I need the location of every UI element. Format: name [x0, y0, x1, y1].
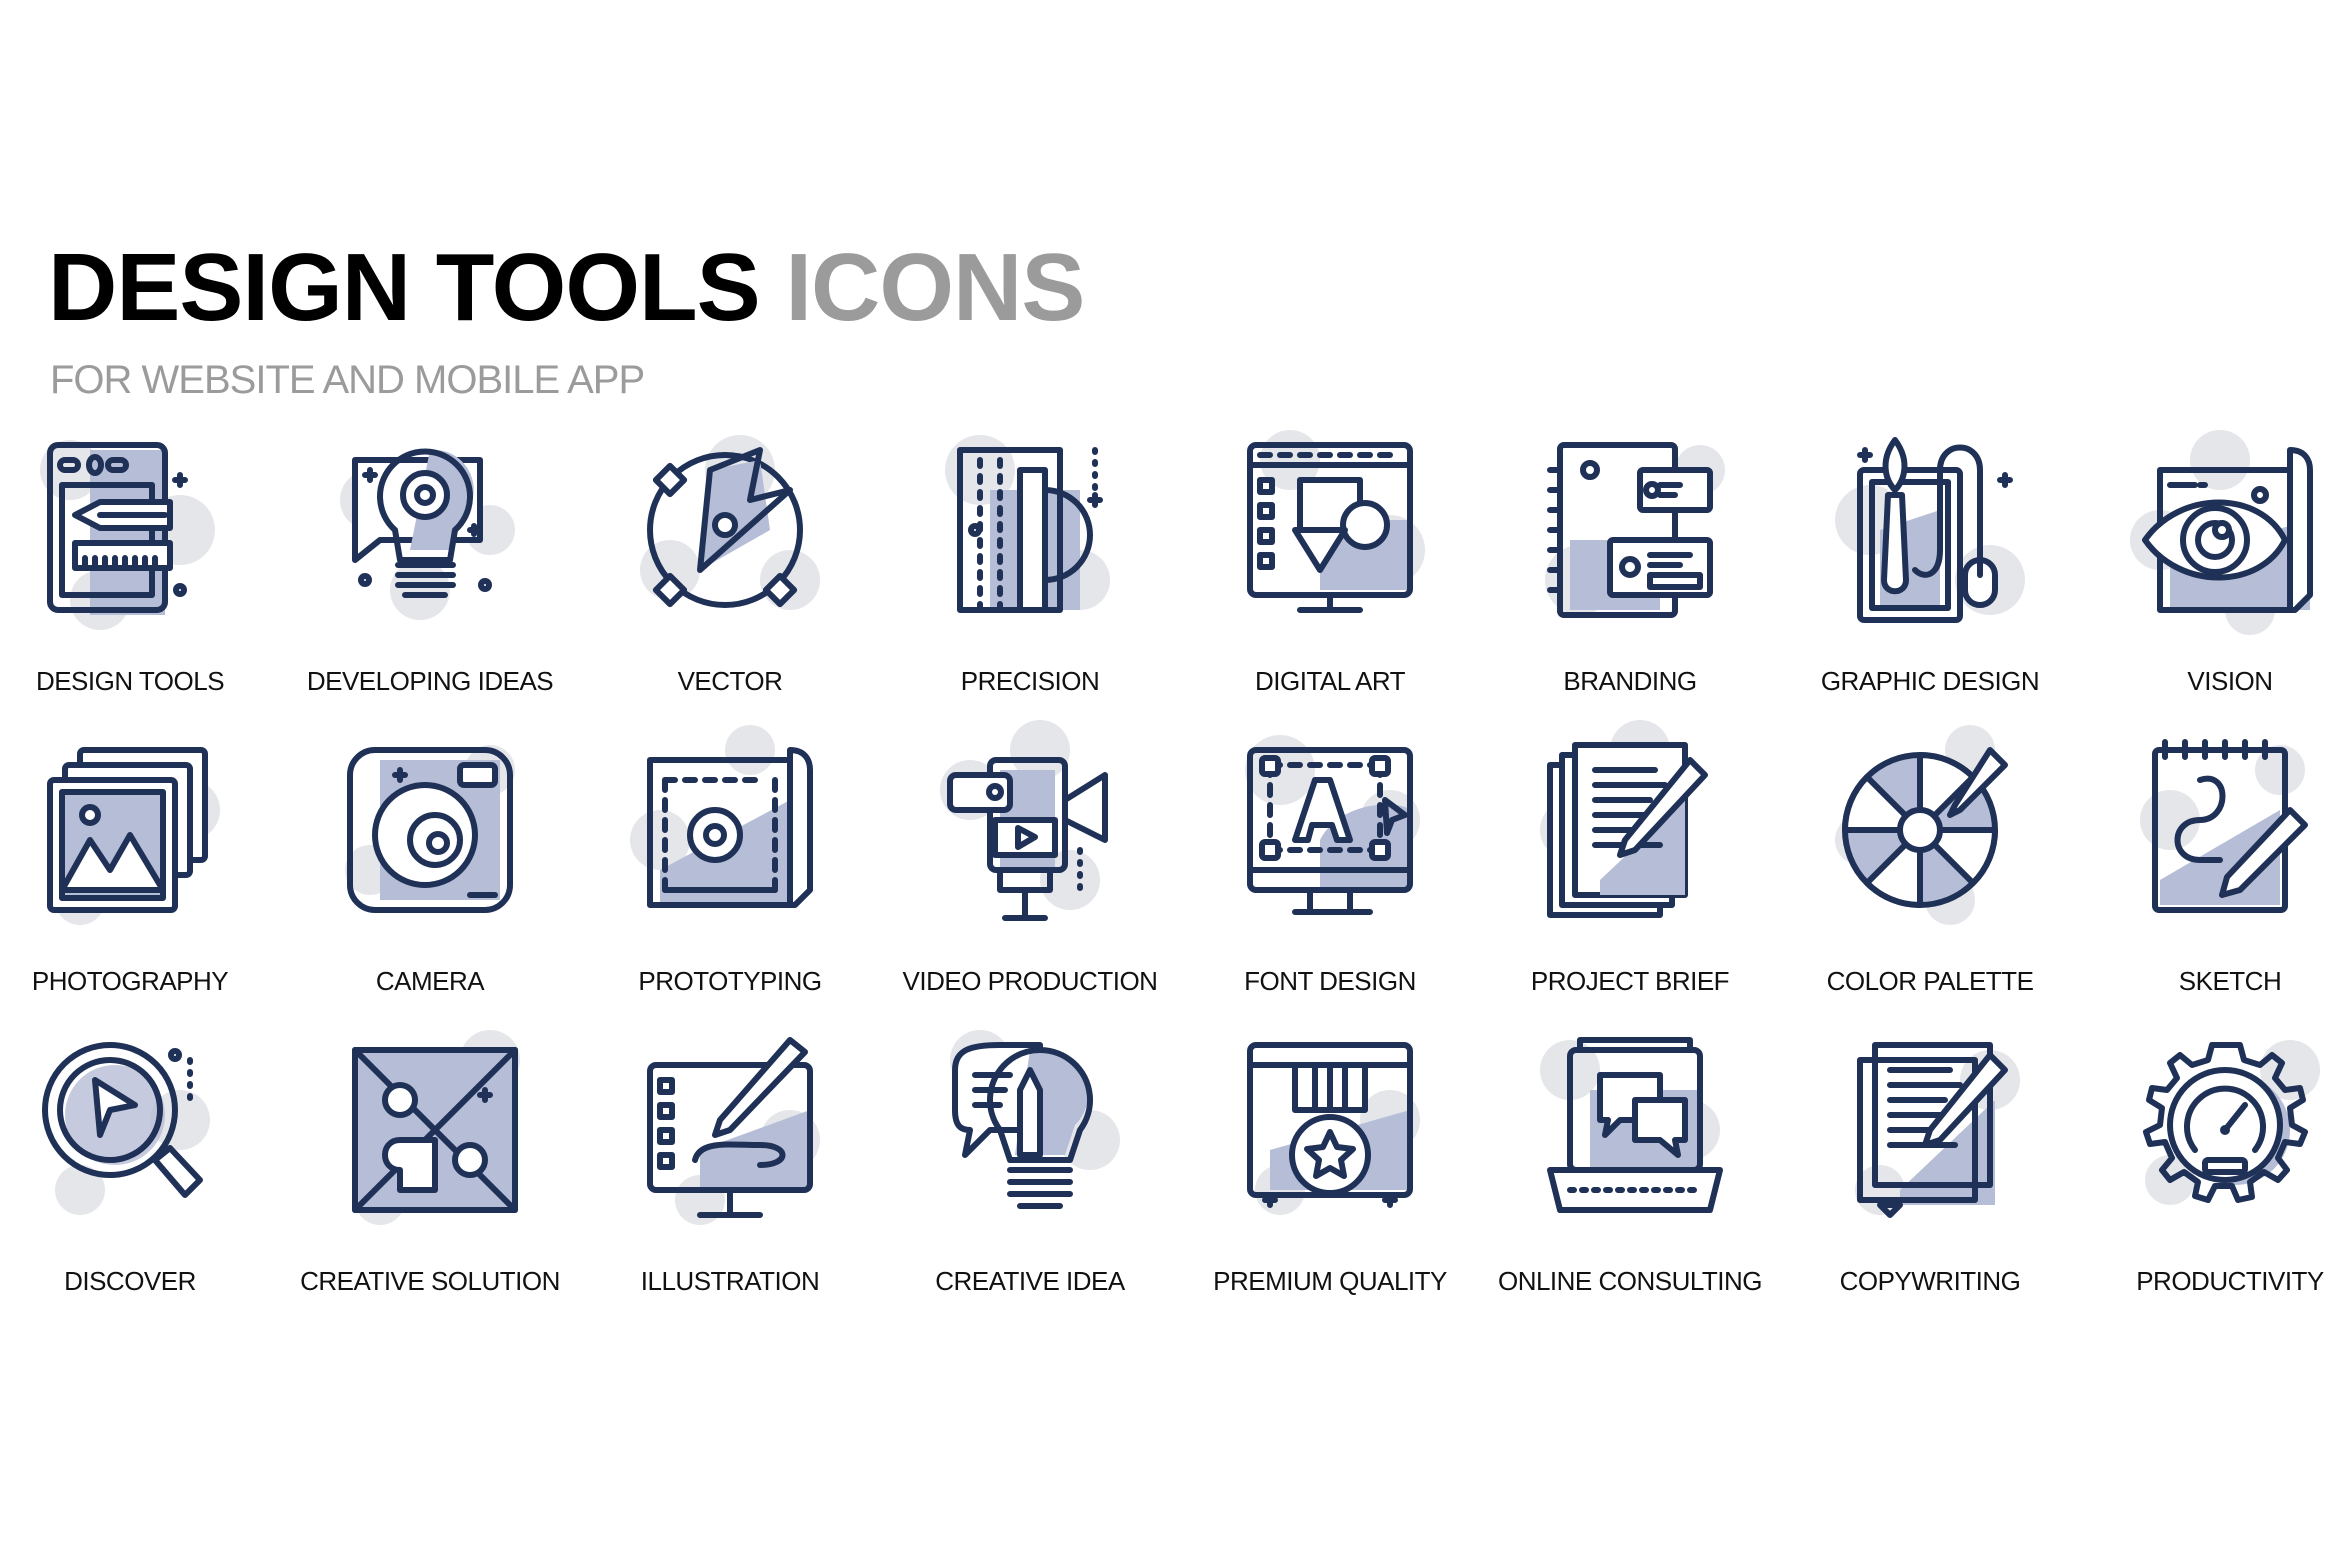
icon-cell: PHOTOGRAPHY	[0, 730, 280, 1030]
icon-cell: ONLINE CONSULTING	[1480, 1030, 1780, 1330]
icon-label: ONLINE CONSULTING	[1497, 1266, 1763, 1296]
icon-label: CREATIVE SOLUTION	[300, 1266, 560, 1296]
icon-label: CAMERA	[375, 966, 485, 996]
icon-label: ILLUSTRATION	[640, 1266, 820, 1296]
icon-label: BRANDING	[1563, 666, 1697, 696]
icon-label: VISION	[2187, 666, 2273, 696]
graphic-design-icon	[1835, 437, 2025, 623]
title-light: ICONS	[785, 234, 1085, 341]
icon-cell: DESIGN TOOLS	[0, 430, 280, 730]
video-production-icon	[940, 720, 1108, 921]
vision-icon	[2130, 430, 2313, 635]
icon-label: DISCOVER	[64, 1266, 196, 1296]
icon-row: DISCOVER CREATIVE SOLUTION ILLUSTRATION …	[0, 1030, 2340, 1330]
creative-idea-icon	[950, 1030, 1120, 1209]
icon-label: PRECISION	[960, 666, 1100, 696]
icon-cell: CREATIVE SOLUTION	[280, 1030, 580, 1330]
icon-cell: VECTOR	[580, 430, 880, 730]
sketch-icon	[2140, 739, 2308, 913]
icon-label: PHOTOGRAPHY	[31, 966, 229, 996]
icon-label: VECTOR	[677, 666, 783, 696]
page-title: DESIGN TOOLS ICONS	[48, 240, 1085, 336]
discover-icon	[42, 1042, 210, 1215]
icon-cell: DIGITAL ART	[1180, 430, 1480, 730]
icon-cell: VIDEO PRODUCTION	[880, 720, 1180, 1030]
icon-label: PROJECT BRIEF	[1530, 966, 1730, 996]
branding-icon	[1545, 442, 1725, 618]
icon-cell: FONT DESIGN	[1180, 730, 1480, 1030]
icon-label: GRAPHIC DESIGN	[1820, 666, 2040, 696]
icon-cell: COLOR PALETTE	[1780, 725, 2080, 1030]
icon-cell: BRANDING	[1480, 430, 1780, 730]
page-subtitle: FOR WEBSITE AND MOBILE APP	[50, 358, 645, 402]
photography-icon	[47, 747, 220, 925]
icon-row: PHOTOGRAPHY CAMERA PROTOTYPING VIDEO PRO…	[0, 720, 2340, 1030]
icon-cell: PREMIUM QUALITY	[1180, 1030, 1480, 1330]
icon-cell: CREATIVE IDEA	[880, 1030, 1180, 1330]
title-dark: DESIGN TOOLS	[48, 234, 761, 341]
design-tools-icon	[40, 440, 215, 630]
premium-quality-icon	[1247, 1042, 1420, 1215]
online-consulting-icon	[1540, 1037, 1723, 1213]
icon-cell: SKETCH	[2080, 730, 2340, 1030]
prototyping-icon	[630, 725, 813, 908]
icon-label: FONT DESIGN	[1244, 966, 1416, 996]
icon-label: DESIGN TOOLS	[35, 666, 225, 696]
icon-row: DESIGN TOOLS DEVELOPING IDEAS VECTOR PRE…	[0, 430, 2340, 730]
icon-label: VIDEO PRODUCTION	[902, 966, 1158, 996]
precision-icon	[945, 435, 1110, 613]
illustration-icon	[647, 1037, 820, 1225]
digital-art-icon	[1247, 430, 1425, 613]
icon-cell: DISCOVER	[0, 1030, 280, 1330]
icon-label: COPYWRITING	[1839, 1266, 2021, 1296]
icon-cell: PROTOTYPING	[580, 725, 880, 1030]
icon-label: DIGITAL ART	[1254, 666, 1406, 696]
camera-icon	[345, 745, 515, 913]
icon-label: CREATIVE IDEA	[935, 1266, 1125, 1296]
vector-icon	[640, 435, 820, 610]
icon-cell: COPYWRITING	[1780, 1030, 2080, 1330]
icon-cell: VISION	[2080, 430, 2340, 730]
icon-cell: PROJECT BRIEF	[1480, 720, 1780, 1030]
font-design-icon	[1245, 735, 1420, 915]
icon-label: COLOR PALETTE	[1826, 966, 2034, 996]
icon-cell: PRECISION	[880, 430, 1180, 730]
copywriting-icon	[1855, 1042, 2020, 1218]
icon-label: DEVELOPING IDEAS	[306, 666, 554, 696]
icon-label: SKETCH	[2178, 966, 2282, 996]
creative-solution-icon	[352, 1030, 520, 1225]
project-brief-icon	[1540, 720, 1708, 918]
icon-cell: DEVELOPING IDEAS	[280, 430, 580, 730]
icon-label: PREMIUM QUALITY	[1213, 1266, 1447, 1296]
icon-cell: PRODUCTIVITY	[2080, 1030, 2340, 1330]
color-palette-icon	[1835, 725, 2008, 925]
icon-cell: GRAPHIC DESIGN	[1780, 430, 2080, 730]
productivity-icon	[2143, 1040, 2320, 1205]
icon-cell: CAMERA	[280, 730, 580, 1030]
developing-ideas-icon	[340, 448, 515, 620]
icon-label: PROTOTYPING	[638, 966, 822, 996]
icon-label: PRODUCTIVITY	[2136, 1266, 2324, 1296]
icon-cell: ILLUSTRATION	[580, 1030, 880, 1330]
